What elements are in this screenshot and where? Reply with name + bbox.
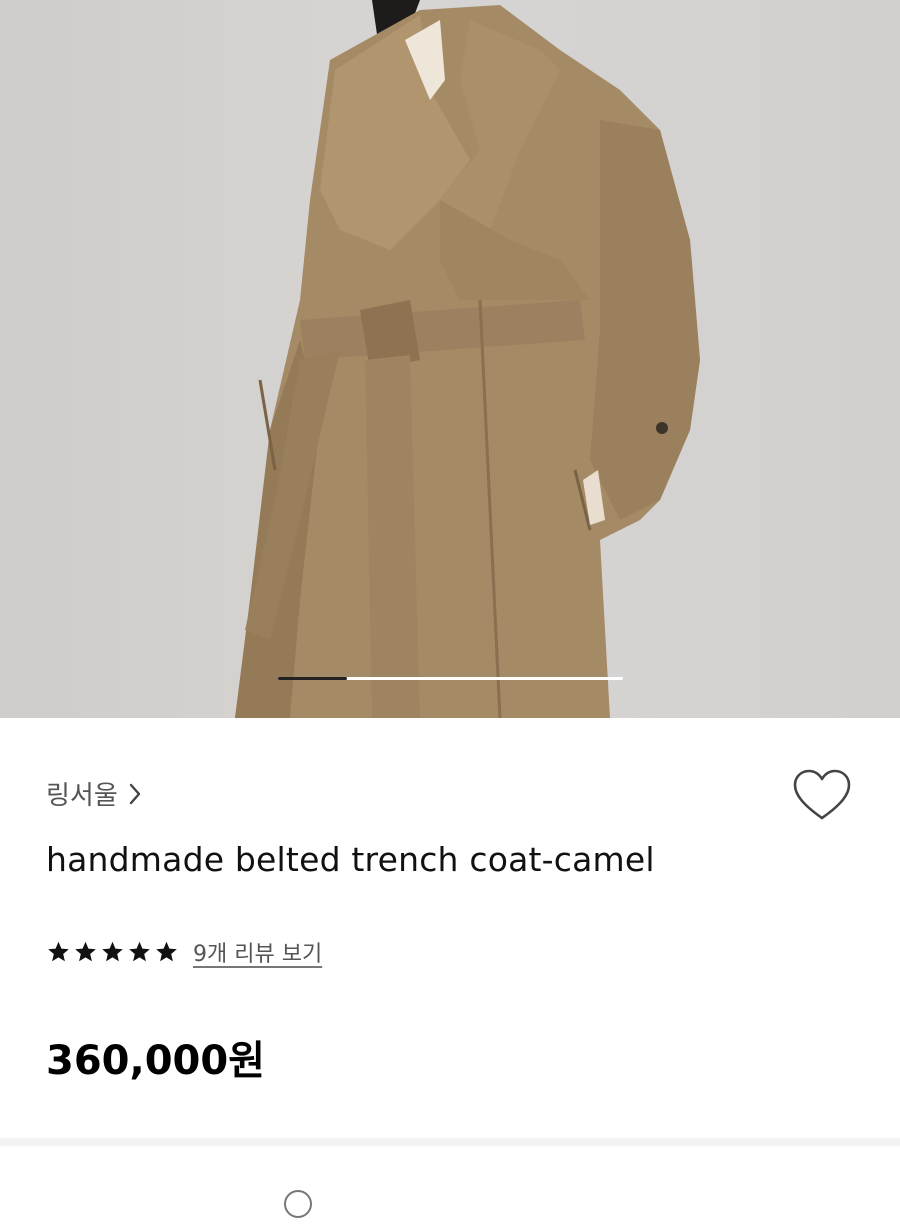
favorite-heart-icon[interactable]: [792, 768, 852, 824]
star-icon: [100, 940, 125, 964]
reviews-link[interactable]: 9개 리뷰 보기: [193, 936, 322, 968]
chevron-right-icon: [128, 782, 142, 806]
star-icon: [73, 940, 98, 964]
carousel-progress-thumb: [278, 677, 347, 680]
question-circle-icon[interactable]: [284, 1190, 312, 1218]
rating-stars: [46, 940, 179, 964]
coat-illustration: [235, 0, 700, 718]
brand-link[interactable]: 링서울: [46, 775, 142, 812]
product-price: 360,000원: [46, 1038, 265, 1084]
star-icon: [154, 940, 179, 964]
carousel-progress: [278, 677, 623, 680]
product-image[interactable]: [0, 0, 900, 718]
product-title: handmade belted trench coat-camel: [46, 840, 655, 879]
star-icon: [127, 940, 152, 964]
partial-next-section: [46, 1184, 866, 1224]
section-divider: [0, 1138, 900, 1146]
star-icon: [46, 940, 71, 964]
rating-row: 9개 리뷰 보기: [46, 936, 322, 968]
brand-name: 링서울: [46, 781, 118, 811]
